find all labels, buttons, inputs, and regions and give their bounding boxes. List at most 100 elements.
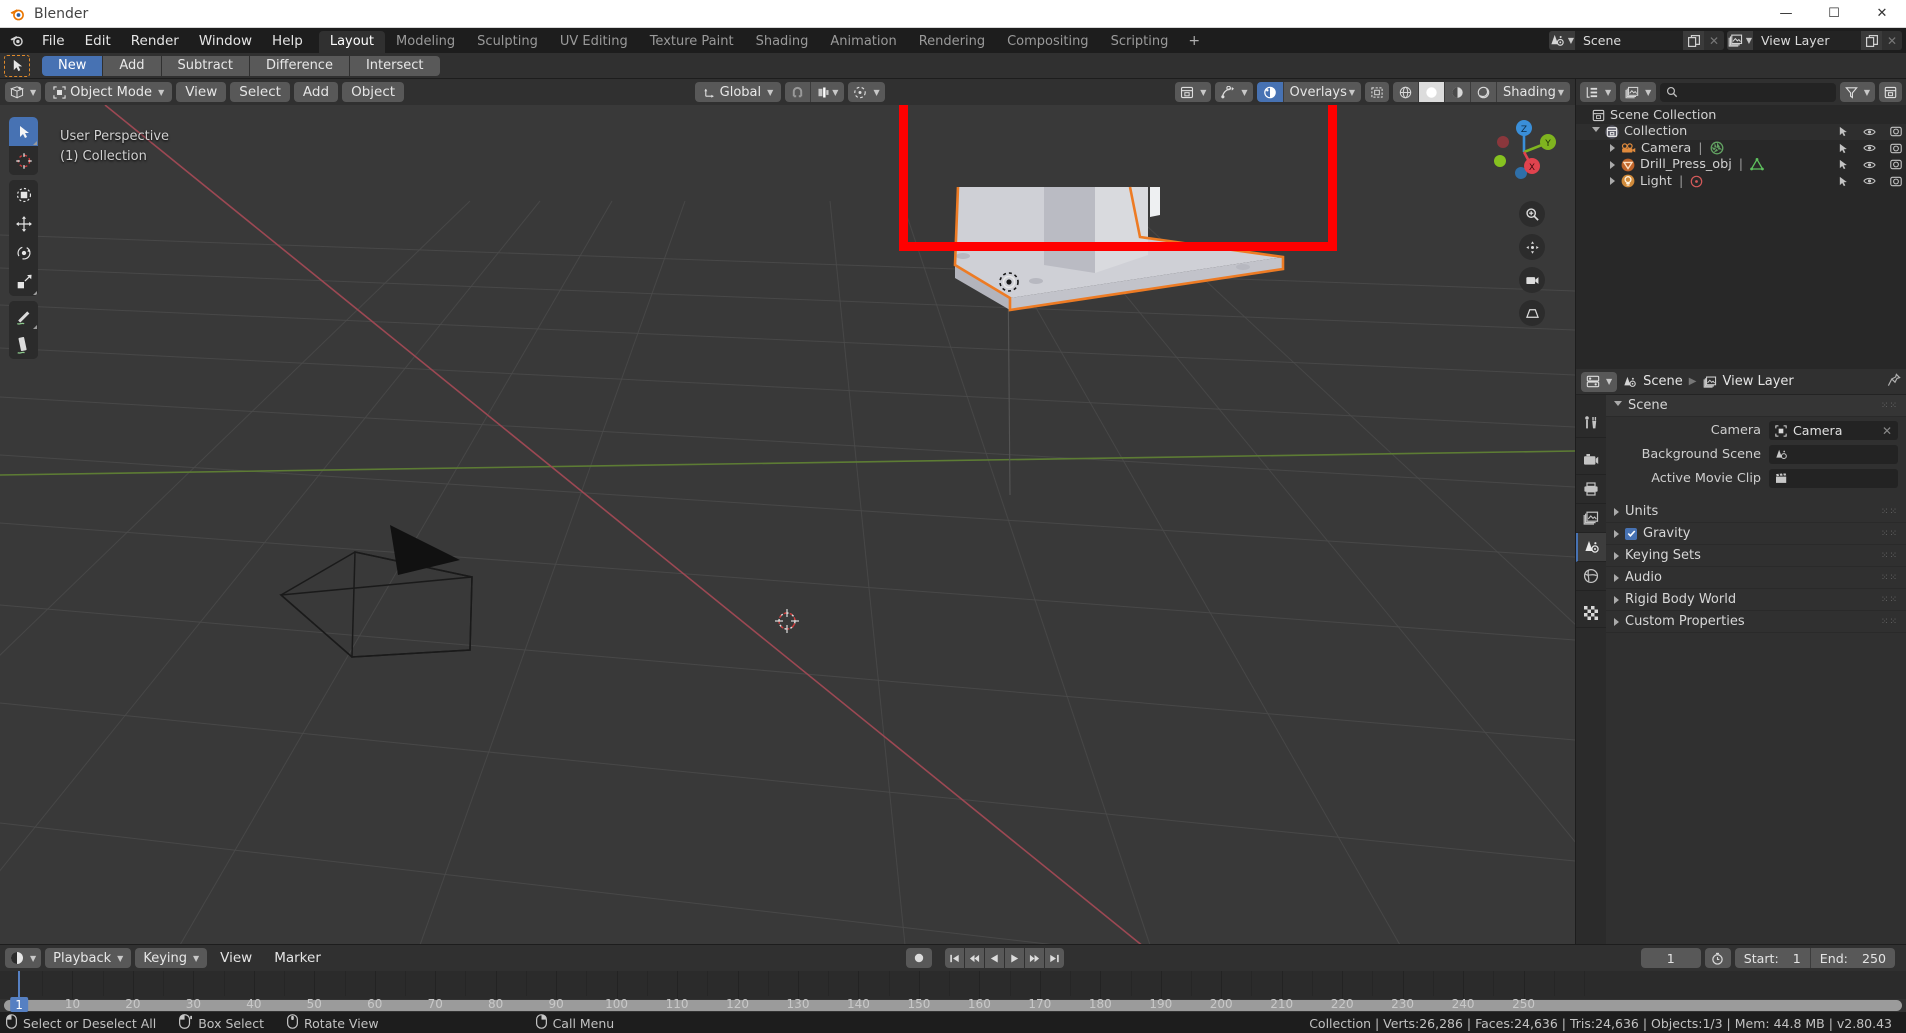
3d-viewport[interactable]: User Perspective (1) Collection Z Y X [0, 105, 1575, 944]
properties-tab-scene[interactable] [1576, 533, 1606, 562]
panel-header-gravity[interactable]: Gravity ⁙⁙ [1606, 523, 1906, 545]
timeline-menu-keying[interactable]: Keying ▼ [135, 948, 208, 968]
shading-dropdown[interactable]: Shading ▼ [1497, 82, 1570, 102]
selectable-arrow-icon[interactable] [1838, 176, 1849, 187]
camera-render-icon[interactable] [1890, 126, 1902, 137]
new-collection-icon[interactable] [1879, 82, 1902, 102]
camera-view-icon[interactable] [1519, 267, 1545, 293]
shading-rendered-icon[interactable] [1471, 82, 1498, 102]
property-field-active-movie-clip[interactable] [1769, 469, 1898, 488]
viewport-menu-view[interactable]: View [176, 82, 227, 102]
workspace-tab-layout[interactable]: Layout [318, 31, 386, 53]
eye-icon[interactable] [1863, 176, 1876, 186]
next-keyframe-icon[interactable] [1025, 948, 1045, 968]
remove-view-layer-button[interactable]: ✕ [1882, 31, 1902, 50]
shading-solid-icon[interactable] [1419, 82, 1446, 102]
pan-icon[interactable] [1519, 234, 1545, 260]
add-workspace-button[interactable]: + [1179, 30, 1209, 53]
timeline-editor-icon[interactable]: ▼ [5, 948, 42, 968]
menu-render[interactable]: Render [121, 28, 189, 53]
boolean-mode-difference[interactable]: Difference [249, 55, 350, 76]
cursor-tool-icon[interactable] [9, 146, 38, 175]
workspace-tab-scripting[interactable]: Scripting [1100, 31, 1180, 53]
outliner-row-scene-collection[interactable]: Scene Collection [1576, 107, 1906, 124]
panel-expander-units[interactable] [1614, 507, 1619, 516]
prev-keyframe-icon[interactable] [965, 948, 985, 968]
outliner-search-input[interactable] [1660, 82, 1836, 102]
boolean-mode-new[interactable]: New [42, 55, 104, 76]
expander-drill-press-obj[interactable] [1610, 160, 1615, 169]
outliner-display-mode-icon[interactable]: ▼ [1580, 82, 1617, 102]
expander-collection[interactable] [1592, 127, 1600, 136]
scale-tool-icon[interactable] [9, 267, 38, 296]
workspace-tab-shading[interactable]: Shading [745, 31, 820, 53]
unlink-scene-button[interactable]: ✕ [1704, 31, 1724, 50]
interaction-mode-dropdown[interactable]: Object Mode ▼ [45, 82, 173, 102]
play-icon[interactable] [1005, 948, 1025, 968]
outliner-row-camera[interactable]: Camera | [1576, 140, 1906, 157]
panel-expander-custom-properties[interactable] [1614, 617, 1619, 626]
shading-material-preview-icon[interactable] [1445, 82, 1472, 102]
panel-expander-rigid-body-world[interactable] [1614, 595, 1619, 604]
record-icon[interactable] [906, 948, 933, 968]
panel-expander-audio[interactable] [1614, 573, 1619, 582]
panel-header-units[interactable]: Units ⁙⁙ [1606, 501, 1906, 523]
xray-icon[interactable] [1365, 82, 1390, 102]
scene-name-field[interactable]: Scene [1575, 31, 1683, 50]
panel-expander-scene[interactable] [1614, 401, 1622, 410]
camera-render-icon[interactable] [1890, 176, 1902, 187]
end-frame-field[interactable]: End: 250 [1810, 948, 1895, 968]
view-layer-name-field[interactable]: View Layer [1753, 31, 1861, 50]
panel-header-keying-sets[interactable]: Keying Sets ⁙⁙ [1606, 545, 1906, 567]
viewport-menu-object[interactable]: Object [342, 82, 405, 102]
move-tool-box-icon[interactable] [9, 180, 38, 209]
object-visibility-icon[interactable]: ▼ [1175, 82, 1212, 102]
viewport-navigation-gizmo[interactable]: Z Y X [1487, 115, 1561, 189]
scene-icon[interactable]: ▼ [1549, 31, 1575, 50]
panel-expander-keying-sets[interactable] [1614, 551, 1619, 560]
new-scene-button[interactable] [1683, 31, 1704, 50]
eye-icon[interactable] [1863, 143, 1876, 153]
gravity-checkbox[interactable] [1625, 527, 1637, 540]
viewport-menu-select[interactable]: Select [230, 82, 290, 102]
eye-icon[interactable] [1863, 127, 1876, 137]
properties-tab-texture[interactable] [1576, 599, 1606, 628]
filter-funnel-icon[interactable]: ▼ [1839, 82, 1875, 102]
selectable-arrow-icon[interactable] [1838, 159, 1849, 170]
expander-camera[interactable] [1610, 144, 1615, 153]
shading-wireframe-icon[interactable] [1393, 82, 1420, 102]
blender-menu-icon[interactable] [0, 28, 32, 53]
workspace-tab-modeling[interactable]: Modeling [385, 31, 466, 53]
boolean-mode-intersect[interactable]: Intersect [349, 55, 440, 76]
menu-window[interactable]: Window [189, 28, 262, 53]
pin-icon[interactable] [1887, 372, 1901, 391]
overlays-toggle-icon[interactable] [1256, 82, 1284, 102]
panel-header-audio[interactable]: Audio ⁙⁙ [1606, 567, 1906, 589]
gizmo-icon[interactable]: ▼ [1215, 82, 1253, 102]
timeline-menu-view[interactable]: View [211, 948, 261, 968]
measure-tool-icon[interactable] [9, 330, 38, 359]
workspace-tab-rendering[interactable]: Rendering [908, 31, 996, 53]
property-field-background-scene[interactable] [1769, 445, 1898, 464]
proportional-edit-icon[interactable]: ▼ [811, 82, 845, 102]
jump-to-start-icon[interactable] [945, 948, 965, 968]
filter-id-icon[interactable]: ▼ [1620, 82, 1657, 102]
selectable-arrow-icon[interactable] [1838, 126, 1849, 137]
auto-keyframe-icon[interactable] [1704, 948, 1731, 968]
rotate-tool-icon[interactable] [9, 238, 38, 267]
new-view-layer-button[interactable] [1861, 31, 1882, 50]
window-maximize-button[interactable]: ☐ [1810, 0, 1858, 28]
workspace-tab-sculpting[interactable]: Sculpting [466, 31, 549, 53]
timeline-scrollbar[interactable] [4, 1000, 1902, 1011]
panel-expander-gravity[interactable] [1614, 529, 1619, 538]
properties-tab-tool[interactable] [1576, 409, 1606, 438]
panel-header-scene[interactable]: Scene ⁙⁙ [1606, 395, 1906, 417]
eye-icon[interactable] [1863, 160, 1876, 170]
timeline-menu-marker[interactable]: Marker [265, 948, 330, 968]
start-frame-field[interactable]: Start: 1 [1734, 948, 1811, 968]
properties-tab-output[interactable] [1576, 475, 1606, 504]
overlays-dropdown[interactable]: Overlays ▼ [1283, 82, 1362, 102]
play-reverse-icon[interactable] [985, 948, 1005, 968]
outliner-row-light[interactable]: Light | [1576, 173, 1906, 190]
magnet-icon[interactable] [785, 82, 812, 102]
